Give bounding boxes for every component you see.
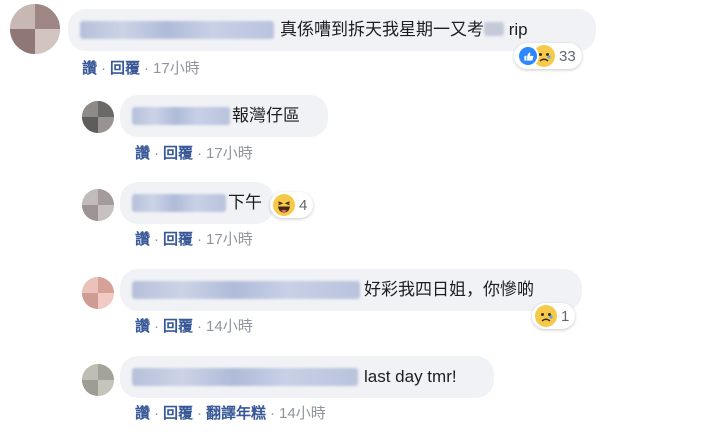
avatar[interactable] (10, 4, 60, 54)
like-link[interactable]: 讚 (135, 145, 150, 162)
reaction-count: 33 (559, 47, 576, 65)
avatar[interactable] (82, 101, 114, 133)
comment-text: 報灣仔區 (232, 106, 300, 125)
comment-text: 下午 (228, 193, 262, 212)
timestamp[interactable]: 17小時 (206, 231, 253, 248)
redacted-text (484, 22, 504, 36)
timestamp[interactable]: 17小時 (206, 145, 253, 162)
comment-thread: 真係嘈到拆天我星期一又考 rip 33 讚 · 回覆 · 17小時 報灣仔區 讚 · 回覆 ·… (0, 0, 704, 432)
separator-dot: · (154, 318, 160, 335)
author-name-blurred[interactable] (80, 21, 274, 39)
like-link[interactable]: 讚 (135, 405, 150, 422)
comment-bubble: 下午 (120, 182, 274, 224)
avatar[interactable] (82, 364, 114, 396)
reaction-count: 1 (561, 307, 570, 325)
avatar[interactable] (82, 189, 114, 221)
author-name-blurred[interactable] (132, 281, 360, 299)
comment-actions: 讚 · 回覆 · 翻譯年糕 · 14小時 (135, 405, 326, 423)
sad-icon (535, 305, 557, 327)
reaction-summary[interactable]: 1 (532, 303, 576, 329)
separator-dot: · (197, 405, 203, 422)
separator-dot: · (144, 60, 150, 77)
separator-dot: · (154, 231, 160, 248)
like-link[interactable]: 讚 (82, 60, 97, 77)
separator-dot: · (154, 145, 160, 162)
comment-bubble: 報灣仔區 (120, 95, 328, 137)
separator-dot: · (197, 231, 203, 248)
timestamp[interactable]: 14小時 (279, 405, 326, 422)
comment-actions: 讚 · 回覆 · 14小時 (135, 318, 253, 336)
separator-dot: · (101, 60, 107, 77)
comment-text-main: 真係嘈到拆天我星期一又考 (280, 20, 484, 39)
reply-link[interactable]: 回覆 (163, 145, 193, 162)
author-name-blurred[interactable] (132, 107, 230, 125)
separator-dot: · (154, 405, 160, 422)
reaction-summary[interactable]: 33 (514, 43, 582, 69)
separator-dot: · (197, 318, 203, 335)
comment-actions: 讚 · 回覆 · 17小時 (135, 231, 253, 249)
reaction-summary[interactable]: 4 (270, 192, 314, 218)
comment-bubble: 真係嘈到拆天我星期一又考 rip (68, 9, 596, 51)
comment-text: last day tmr! (364, 367, 457, 386)
separator-dot: · (197, 145, 203, 162)
comment-text: 真係嘈到拆天我星期一又考 rip (280, 19, 528, 41)
haha-icon (273, 194, 295, 216)
comment-actions: 讚 · 回覆 · 17小時 (135, 145, 253, 163)
timestamp[interactable]: 14小時 (206, 318, 253, 335)
avatar[interactable] (82, 277, 114, 309)
comment-bubble: 好彩我四日姐，你慘啲 (120, 269, 582, 311)
author-name-blurred[interactable] (132, 368, 358, 386)
reply-link[interactable]: 回覆 (163, 405, 193, 422)
author-name-blurred[interactable] (132, 194, 226, 212)
reply-link[interactable]: 回覆 (163, 318, 193, 335)
comment-bubble: last day tmr! (120, 356, 494, 398)
comment-text-tail: rip (504, 20, 528, 39)
like-link[interactable]: 讚 (135, 318, 150, 335)
separator-dot: · (270, 405, 276, 422)
timestamp[interactable]: 17小時 (153, 60, 200, 77)
translate-link[interactable]: 翻譯年糕 (206, 405, 266, 422)
like-icon (517, 45, 539, 67)
comment-text: 好彩我四日姐，你慘啲 (364, 280, 534, 299)
reply-link[interactable]: 回覆 (110, 60, 140, 77)
comment-actions: 讚 · 回覆 · 17小時 (82, 60, 200, 78)
reaction-count: 4 (299, 196, 308, 214)
like-link[interactable]: 讚 (135, 231, 150, 248)
reply-link[interactable]: 回覆 (163, 231, 193, 248)
